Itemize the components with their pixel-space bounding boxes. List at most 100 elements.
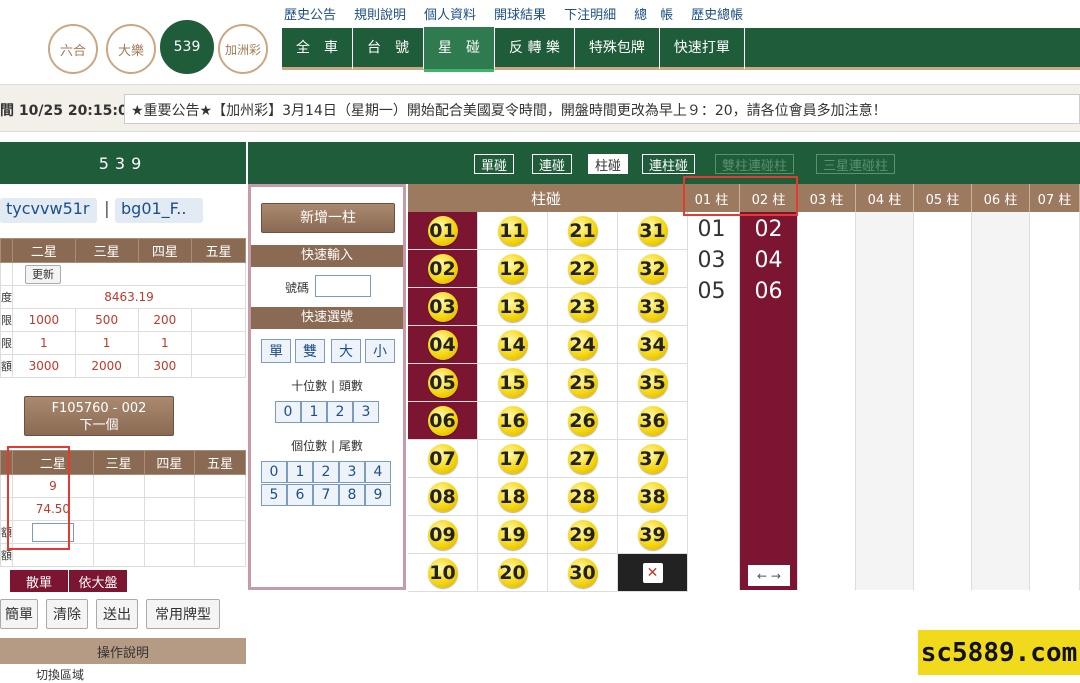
tab-pillar-combo[interactable]: 柱碰 xyxy=(588,154,629,174)
nav-numbers[interactable]: 台 號 xyxy=(353,26,424,69)
number-cell-15[interactable]: 15 xyxy=(478,364,548,402)
odd-button[interactable]: 單 xyxy=(261,339,291,363)
game-lotto[interactable]: 大樂 xyxy=(106,24,156,74)
menu-profile[interactable]: 個人資料 xyxy=(424,4,476,26)
number-cell-01[interactable]: 01 xyxy=(408,212,478,250)
number-cell-18[interactable]: 18 xyxy=(478,478,548,516)
number-cell-23[interactable]: 23 xyxy=(548,288,618,326)
menu-history-ledger[interactable]: 歷史總帳 xyxy=(691,4,743,26)
number-cell-38[interactable]: 38 xyxy=(618,478,688,516)
units-digit[interactable]: 2 xyxy=(313,461,339,483)
even-button[interactable]: 雙 xyxy=(295,339,325,363)
number-cell-07[interactable]: 07 xyxy=(408,440,478,478)
tab-double-pillar[interactable]: 雙柱連碰柱 xyxy=(715,154,795,174)
tens-digit[interactable]: 0 xyxy=(275,401,301,423)
pillar-01-column[interactable]: 01 03 05 xyxy=(684,212,740,590)
number-cell-24[interactable]: 24 xyxy=(548,326,618,364)
tens-digit[interactable]: 2 xyxy=(327,401,353,423)
nav-special-pack[interactable]: 特殊包牌 xyxy=(575,26,660,69)
refresh-button[interactable]: 更新 xyxy=(25,264,61,284)
pillar-head-3[interactable]: 03 柱 xyxy=(798,184,856,212)
move-arrows-button[interactable]: ← → xyxy=(748,565,790,586)
number-cell-39[interactable]: 39 xyxy=(618,516,688,554)
number-cell-17[interactable]: 17 xyxy=(478,440,548,478)
pillar-04-column[interactable] xyxy=(856,212,914,590)
menu-ledger[interactable]: 總 帳 xyxy=(634,4,673,26)
number-cell-14[interactable]: 14 xyxy=(478,326,548,364)
big-button[interactable]: 大 xyxy=(331,339,361,363)
number-cell-04[interactable]: 04 xyxy=(408,326,478,364)
number-cell-36[interactable]: 36 xyxy=(618,402,688,440)
number-cell-09[interactable]: 09 xyxy=(408,516,478,554)
game-539[interactable]: 539 xyxy=(160,20,214,74)
number-cell-35[interactable]: 35 xyxy=(618,364,688,402)
submit-button[interactable]: 送出 xyxy=(96,599,138,629)
menu-history-notice[interactable]: 歷史公告 xyxy=(284,4,336,26)
number-cell-37[interactable]: 37 xyxy=(618,440,688,478)
single-order-tab[interactable]: 散單 xyxy=(10,570,68,592)
game-marksix[interactable]: 六合 xyxy=(48,24,98,74)
number-cell-31[interactable]: 31 xyxy=(618,212,688,250)
number-cell-05[interactable]: 05 xyxy=(408,364,478,402)
clear-button[interactable]: 清除 xyxy=(46,599,88,629)
number-cell-25[interactable]: 25 xyxy=(548,364,618,402)
units-digit[interactable]: 7 xyxy=(313,484,339,506)
units-digit[interactable]: 0 xyxy=(261,461,287,483)
number-cell-20[interactable]: 20 xyxy=(478,554,548,592)
units-digit[interactable]: 8 xyxy=(339,484,365,506)
number-cell-19[interactable]: 19 xyxy=(478,516,548,554)
next-order-button[interactable]: F105760 - 002 下一個 xyxy=(24,396,174,436)
number-cell-11[interactable]: 11 xyxy=(478,212,548,250)
number-cell-28[interactable]: 28 xyxy=(548,478,618,516)
pillar-02-column[interactable]: 02 04 06 ← → xyxy=(740,212,798,590)
clear-cell[interactable]: ✕ xyxy=(618,554,688,592)
units-digit[interactable]: 5 xyxy=(261,484,287,506)
pillar-05-column[interactable] xyxy=(914,212,972,590)
pillar-07-column[interactable] xyxy=(1030,212,1080,590)
game-california[interactable]: 加洲彩 xyxy=(218,24,268,74)
number-cell-27[interactable]: 27 xyxy=(548,440,618,478)
number-cell-13[interactable]: 13 xyxy=(478,288,548,326)
nav-quick-bet[interactable]: 快速打單 xyxy=(660,26,745,69)
pillar-head-7[interactable]: 07 柱 xyxy=(1030,184,1080,212)
number-cell-34[interactable]: 34 xyxy=(618,326,688,364)
common-patterns-button[interactable]: 常用牌型 xyxy=(146,599,220,629)
number-cell-08[interactable]: 08 xyxy=(408,478,478,516)
number-cell-12[interactable]: 12 xyxy=(478,250,548,288)
small-button[interactable]: 小 xyxy=(365,339,395,363)
tens-digit[interactable]: 1 xyxy=(301,401,327,423)
follow-market-tab[interactable]: 依大盤 xyxy=(69,570,127,592)
number-input[interactable] xyxy=(315,275,371,297)
nav-reverse[interactable]: 反 轉 樂 xyxy=(494,26,575,69)
nav-star-combo[interactable]: 星 碰 xyxy=(424,26,494,72)
tens-digit[interactable]: 3 xyxy=(353,401,379,423)
number-cell-29[interactable]: 29 xyxy=(548,516,618,554)
tab-triple-pillar[interactable]: 三星連碰柱 xyxy=(816,154,896,174)
number-cell-10[interactable]: 10 xyxy=(408,554,478,592)
units-digit[interactable]: 1 xyxy=(287,461,313,483)
tab-linked-pillar-combo[interactable]: 連柱碰 xyxy=(642,154,696,174)
tab-linked-combo[interactable]: 連碰 xyxy=(532,154,573,174)
pillar-head-6[interactable]: 06 柱 xyxy=(972,184,1030,212)
units-digit[interactable]: 9 xyxy=(365,484,391,506)
number-cell-16[interactable]: 16 xyxy=(478,402,548,440)
nav-all-car[interactable]: 全 車 xyxy=(282,26,353,69)
number-cell-06[interactable]: 06 xyxy=(408,402,478,440)
pillar-head-4[interactable]: 04 柱 xyxy=(856,184,914,212)
menu-results[interactable]: 開球結果 xyxy=(494,4,546,26)
units-digit[interactable]: 3 xyxy=(339,461,365,483)
pillar-06-column[interactable] xyxy=(972,212,1030,590)
number-cell-33[interactable]: 33 xyxy=(618,288,688,326)
units-digit[interactable]: 6 xyxy=(287,484,313,506)
tab-single-combo[interactable]: 單碰 xyxy=(474,154,515,174)
add-pillar-button[interactable]: 新增一柱 xyxy=(261,203,395,233)
units-digit[interactable]: 4 xyxy=(365,461,391,483)
number-cell-30[interactable]: 30 xyxy=(548,554,618,592)
number-cell-22[interactable]: 22 xyxy=(548,250,618,288)
pillar-03-column[interactable] xyxy=(798,212,856,590)
number-cell-02[interactable]: 02 xyxy=(408,250,478,288)
number-cell-26[interactable]: 26 xyxy=(548,402,618,440)
menu-rules[interactable]: 規則說明 xyxy=(354,4,406,26)
number-cell-32[interactable]: 32 xyxy=(618,250,688,288)
pillar-head-5[interactable]: 05 柱 xyxy=(914,184,972,212)
